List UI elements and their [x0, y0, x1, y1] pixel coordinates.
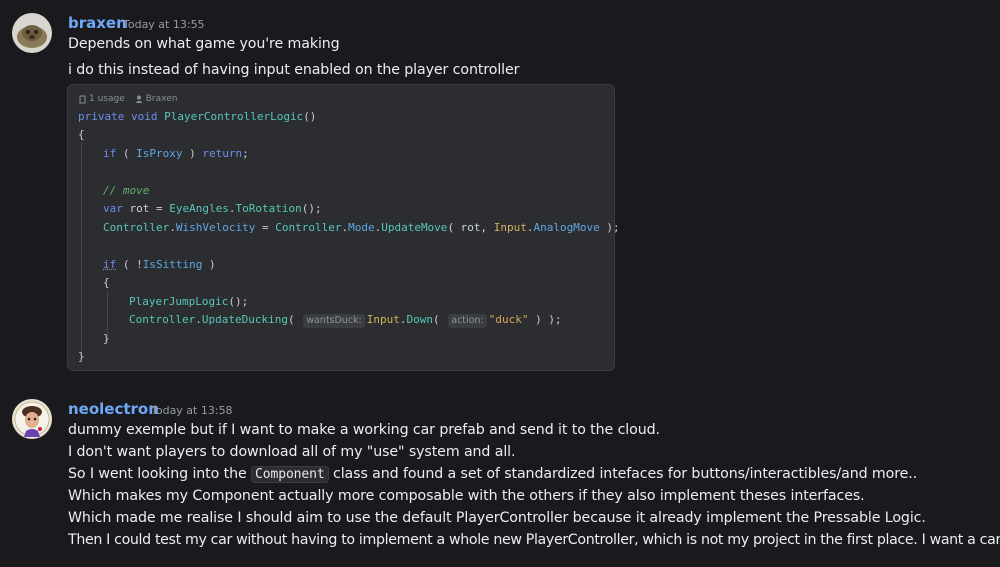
message-line: Which made me realise I should aim to us… [68, 510, 926, 526]
usage-hint[interactable]: 1 usage [79, 94, 125, 104]
code-line-13: } [103, 332, 110, 345]
message-line: I don't want players to download all of … [68, 444, 516, 460]
code-line-3: if ( IsProxy ) return; [103, 147, 249, 160]
code-line-12: Controller.UpdateDucking( wantsDuck: Inpu… [129, 313, 562, 328]
code-line-6: var rot = EyeAngles.ToRotation(); [103, 202, 322, 215]
message-text: class and found a set of standardized in… [333, 466, 918, 482]
avatar-neolectron[interactable] [12, 399, 52, 439]
code-line-10: { [103, 276, 110, 289]
message-line: So I went looking into the Component cla… [68, 466, 918, 483]
username-neolectron[interactable]: neolectron [68, 400, 159, 418]
code-meta: 1 usage Braxen [79, 94, 177, 104]
message-line: Depends on what game you're making [68, 36, 340, 52]
timestamp: Today at 13:58 [151, 404, 233, 417]
message-line: dummy exemple but if I want to make a wo… [68, 422, 660, 438]
usage-count: 1 usage [89, 94, 125, 104]
usage-icon [79, 95, 86, 103]
inline-code: Component [251, 466, 329, 483]
code-line-14: } [78, 350, 85, 363]
code-line-5: // move [103, 184, 150, 197]
code-line-7: Controller.WishVelocity = Controller.Mod… [103, 221, 620, 234]
user-icon [135, 95, 143, 103]
code-line-1: private void PlayerControllerLogic() [78, 110, 317, 123]
indent-guide [81, 143, 82, 353]
message-line: Which makes my Component actually more c… [68, 488, 865, 504]
code-line-11: PlayerJumpLogic(); [129, 295, 249, 308]
message-line: Then I could test my car without having … [68, 532, 1000, 548]
avatar-braxen[interactable] [12, 13, 52, 53]
message-text: So I went looking into the [68, 466, 247, 482]
message-line: i do this instead of having input enable… [68, 62, 520, 78]
username-braxen[interactable]: braxen [68, 14, 127, 32]
param-hint: action: [448, 314, 487, 328]
param-hint: wantsDuck: [303, 314, 365, 328]
code-line-9: if ( !IsSitting ) [103, 258, 216, 271]
code-block: 1 usage Braxen private void PlayerContro… [67, 84, 620, 371]
timestamp: Today at 13:55 [123, 18, 205, 31]
code-line-2: { [78, 128, 85, 141]
author-name: Braxen [145, 94, 178, 104]
author-hint[interactable]: Braxen [135, 94, 178, 104]
